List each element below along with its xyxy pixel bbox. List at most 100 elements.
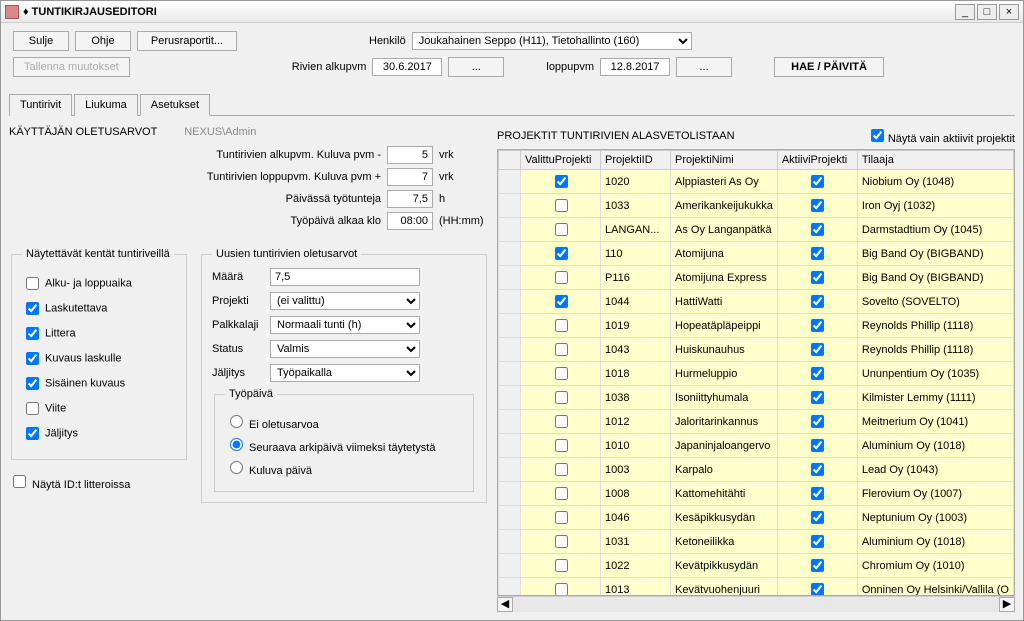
cell-tilaaja[interactable]: Aluminium Oy (1018) (857, 530, 1013, 554)
cell-valittu[interactable] (521, 530, 601, 554)
cell-aktiivi[interactable] (777, 362, 857, 386)
row-header[interactable] (499, 554, 521, 578)
cell-projekti-nimi[interactable]: Jaloritarinkannus (671, 410, 778, 434)
cell-valittu[interactable] (521, 554, 601, 578)
close-window-button[interactable]: × (999, 4, 1019, 20)
cell-valittu[interactable] (521, 338, 601, 362)
cell-aktiivi[interactable] (777, 266, 857, 290)
cell-projekti-id[interactable]: 110 (601, 242, 671, 266)
row-header[interactable] (499, 506, 521, 530)
paytype-select[interactable]: Normaali tunti (h) (270, 316, 420, 334)
cell-tilaaja[interactable]: Onninen Oy Helsinki/Vallila (O (857, 578, 1013, 596)
show-ids-checkbox[interactable]: Näytä ID:t litteroissa (9, 472, 189, 491)
col-projekti-id[interactable]: ProjektiID (601, 151, 671, 170)
aktiivi-checkbox[interactable] (811, 199, 824, 212)
day-start-input[interactable] (387, 212, 433, 230)
cell-projekti-nimi[interactable]: Ketoneilikka (671, 530, 778, 554)
cell-aktiivi[interactable] (777, 578, 857, 596)
cell-aktiivi[interactable] (777, 242, 857, 266)
cell-valittu[interactable] (521, 218, 601, 242)
table-row[interactable]: 1003KarpaloLead Oy (1043) (499, 458, 1014, 482)
table-row[interactable]: 1012JaloritarinkannusMeitnerium Oy (1041… (499, 410, 1014, 434)
aktiivi-checkbox[interactable] (811, 247, 824, 260)
cell-tilaaja[interactable]: Niobium Oy (1048) (857, 170, 1013, 194)
row-header[interactable] (499, 314, 521, 338)
minimize-button[interactable]: _ (955, 4, 975, 20)
projects-table[interactable]: ValittuProjekti ProjektiID ProjektiNimi … (498, 150, 1014, 595)
tab-liukuma[interactable]: Liukuma (74, 94, 138, 116)
valittu-checkbox[interactable] (555, 439, 568, 452)
cell-valittu[interactable] (521, 410, 601, 434)
valittu-checkbox[interactable] (555, 199, 568, 212)
row-header[interactable] (499, 482, 521, 506)
cell-aktiivi[interactable] (777, 506, 857, 530)
cell-projekti-nimi[interactable]: Japaninjaloangervo (671, 434, 778, 458)
col-projekti-nimi[interactable]: ProjektiNimi (671, 151, 778, 170)
field-tracking-checkbox[interactable]: Jäljitys (22, 424, 176, 443)
col-valittu-projekti[interactable]: ValittuProjekti (521, 151, 601, 170)
table-row[interactable]: 1019HopeatäpläpeippiReynolds Phillip (11… (499, 314, 1014, 338)
valittu-checkbox[interactable] (555, 415, 568, 428)
row-header[interactable] (499, 194, 521, 218)
cell-projekti-nimi[interactable]: Amerikankeijukukka (671, 194, 778, 218)
valittu-checkbox[interactable] (555, 223, 568, 236)
row-header[interactable] (499, 530, 521, 554)
valittu-checkbox[interactable] (555, 247, 568, 260)
field-invoice-desc-checkbox[interactable]: Kuvaus laskulle (22, 349, 176, 368)
cell-valittu[interactable] (521, 170, 601, 194)
table-row[interactable]: P116Atomijuna ExpressBig Band Oy (BIGBAN… (499, 266, 1014, 290)
start-offset-input[interactable] (387, 146, 433, 164)
cell-aktiivi[interactable] (777, 338, 857, 362)
table-row[interactable]: 1043HuiskunauhusReynolds Phillip (1118) (499, 338, 1014, 362)
cell-projekti-nimi[interactable]: Atomijuna (671, 242, 778, 266)
table-row[interactable]: 1018HurmeluppioUnunpentium Oy (1035) (499, 362, 1014, 386)
workday-current-radio[interactable]: Kuluva päivä (225, 458, 463, 477)
valittu-checkbox[interactable] (555, 559, 568, 572)
scroll-right-button[interactable]: ▶ (999, 597, 1015, 612)
cell-projekti-id[interactable]: 1043 (601, 338, 671, 362)
cell-projekti-nimi[interactable]: Huiskunauhus (671, 338, 778, 362)
valittu-checkbox[interactable] (555, 583, 568, 595)
cell-aktiivi[interactable] (777, 530, 857, 554)
aktiivi-checkbox[interactable] (811, 415, 824, 428)
valittu-checkbox[interactable] (555, 391, 568, 404)
maximize-button[interactable]: □ (977, 4, 997, 20)
cell-valittu[interactable] (521, 242, 601, 266)
cell-tilaaja[interactable]: Reynolds Phillip (1118) (857, 314, 1013, 338)
cell-aktiivi[interactable] (777, 218, 857, 242)
cell-aktiivi[interactable] (777, 386, 857, 410)
cell-valittu[interactable] (521, 386, 601, 410)
cell-valittu[interactable] (521, 506, 601, 530)
table-row[interactable]: 1046KesäpikkusydänNeptunium Oy (1003) (499, 506, 1014, 530)
cell-aktiivi[interactable] (777, 434, 857, 458)
cell-valittu[interactable] (521, 266, 601, 290)
cell-projekti-id[interactable]: 1008 (601, 482, 671, 506)
fetch-button[interactable]: HAE / PÄIVITÄ (774, 57, 884, 77)
cell-tilaaja[interactable]: Iron Oyj (1032) (857, 194, 1013, 218)
col-tilaaja[interactable]: Tilaaja (857, 151, 1013, 170)
aktiivi-checkbox[interactable] (811, 583, 824, 595)
hours-per-day-input[interactable] (387, 190, 433, 208)
cell-valittu[interactable] (521, 458, 601, 482)
close-button[interactable]: Sulje (13, 31, 69, 51)
amount-input[interactable] (270, 268, 420, 286)
valittu-checkbox[interactable] (555, 319, 568, 332)
cell-projekti-id[interactable]: LANGAN... (601, 218, 671, 242)
row-header[interactable] (499, 218, 521, 242)
tab-tuntirivit[interactable]: Tuntirivit (9, 94, 72, 116)
row-header[interactable] (499, 410, 521, 434)
cell-projekti-nimi[interactable]: Atomijuna Express (671, 266, 778, 290)
cell-projekti-nimi[interactable]: Kesäpikkusydän (671, 506, 778, 530)
valittu-checkbox[interactable] (555, 463, 568, 476)
row-header[interactable] (499, 290, 521, 314)
workday-none-radio[interactable]: Ei oletusarvoa (225, 412, 463, 431)
table-row[interactable]: 1022KevätpikkusydänChromium Oy (1010) (499, 554, 1014, 578)
end-date-picker-button[interactable]: ... (676, 57, 732, 77)
valittu-checkbox[interactable] (555, 535, 568, 548)
trace-select[interactable]: Työpaikalla (270, 364, 420, 382)
cell-valittu[interactable] (521, 194, 601, 218)
aktiivi-checkbox[interactable] (811, 223, 824, 236)
aktiivi-checkbox[interactable] (811, 319, 824, 332)
table-row[interactable]: 1038IsoniittyhumalaKilmister Lemmy (1111… (499, 386, 1014, 410)
cell-projekti-id[interactable]: 1018 (601, 362, 671, 386)
